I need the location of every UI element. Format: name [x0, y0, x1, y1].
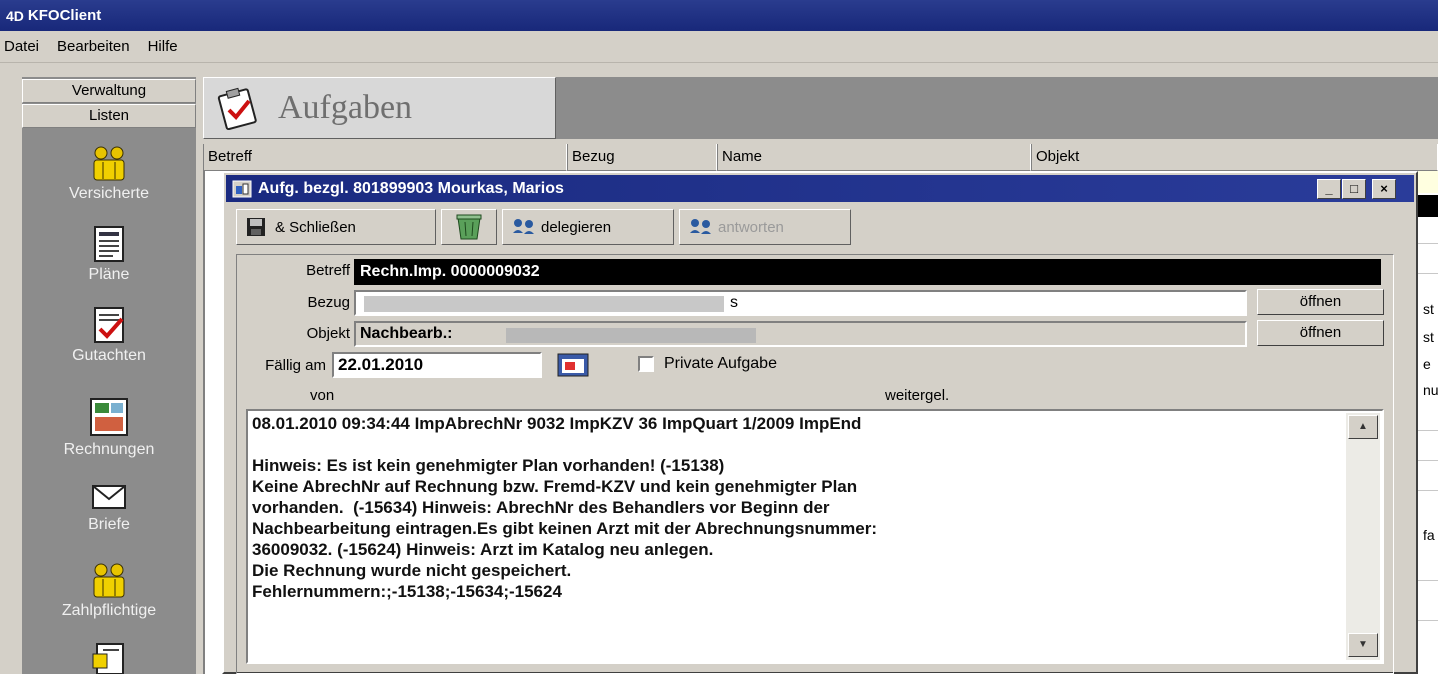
- answer-button[interactable]: antworten: [679, 209, 851, 245]
- page-title: Aufgaben: [278, 89, 413, 126]
- menu-hilfe[interactable]: Hilfe: [148, 38, 178, 55]
- delegate-button[interactable]: delegieren: [502, 209, 674, 245]
- due-date-field[interactable]: 22.01.2010: [332, 352, 542, 378]
- bezug-value: s: [730, 294, 738, 311]
- app-title: KFOClient: [27, 7, 102, 24]
- list-divider: [1418, 273, 1438, 274]
- dialog-title: Aufg. bezgl. 801899903 Mourkas, Marios: [258, 179, 564, 197]
- list-divider: [1418, 243, 1438, 244]
- list-divider: [1418, 490, 1438, 491]
- objekt-value: Nachbearb.:: [360, 325, 453, 342]
- people-group-icon: [93, 146, 125, 181]
- minimize-button[interactable]: _: [1317, 179, 1341, 199]
- document-plan-icon: [94, 226, 124, 262]
- menu-bar: Datei Bearbeiten Hilfe: [0, 31, 1438, 63]
- answer-label: antworten: [718, 218, 784, 236]
- redacted-block: [364, 296, 724, 312]
- notes-scrollbar[interactable]: [1346, 413, 1380, 660]
- calendar-icon: [557, 353, 589, 377]
- delete-button[interactable]: [441, 209, 497, 245]
- sidebar-item-label: Pläne: [88, 266, 130, 283]
- weitergel-label: weitergel.: [885, 387, 950, 404]
- maximize-button[interactable]: □: [1342, 179, 1366, 199]
- sidebar-item-label: Versicherte: [68, 185, 150, 202]
- folder-icon: [92, 643, 124, 674]
- scroll-up-button[interactable]: ▲: [1348, 415, 1378, 439]
- close-button[interactable]: ×: [1372, 179, 1396, 199]
- list-cell-fragment: st: [1423, 301, 1434, 317]
- floppy-disk-icon: [247, 218, 265, 236]
- list-divider: [1418, 460, 1438, 461]
- column-header-betreff[interactable]: Betreff: [203, 144, 567, 171]
- delegate-label: delegieren: [541, 218, 612, 236]
- app-title-bar: 4D KFOClient: [0, 0, 1438, 31]
- open-bezug-button[interactable]: öffnen: [1257, 289, 1384, 315]
- invoice-icon: [90, 398, 128, 436]
- betreff-label: Betreff: [306, 262, 350, 279]
- list-divider: [1418, 430, 1438, 431]
- calendar-button[interactable]: [550, 350, 596, 380]
- von-label: von: [310, 387, 335, 404]
- list-cell-fragment: nu: [1423, 382, 1438, 398]
- objekt-label: Objekt: [306, 325, 350, 342]
- dialog-title-bar[interactable]: Aufg. bezgl. 801899903 Mourkas, Marios: [226, 175, 1414, 202]
- column-header-bezug[interactable]: Bezug: [567, 144, 717, 171]
- envelope-icon: [92, 485, 126, 509]
- list-cell-fragment: e: [1423, 356, 1431, 372]
- private-task-label: Private Aufgabe: [664, 355, 777, 372]
- list-row-highlight: [1418, 171, 1438, 193]
- document-check-icon: [94, 307, 124, 343]
- sidebar-tab-listen[interactable]: Listen: [22, 104, 196, 128]
- list-divider: [1418, 580, 1438, 581]
- task-notes-text: 08.01.2010 09:34:44 ImpAbrechNr 9032 Imp…: [252, 414, 877, 601]
- list-row-selected: [1418, 195, 1438, 217]
- sidebar-item-rechnungen[interactable]: Rechnungen: [22, 395, 196, 459]
- people-group-icon: [93, 563, 125, 598]
- people-arrow-icon: [513, 219, 534, 234]
- sidebar-item-plaene[interactable]: Pläne: [22, 224, 196, 284]
- betreff-field[interactable]: Rechn.Imp. 0000009032: [354, 259, 1381, 285]
- bezug-label: Bezug: [307, 294, 350, 311]
- sidebar-item-briefe[interactable]: Briefe: [22, 478, 196, 534]
- sidebar-item-label: Briefe: [88, 516, 130, 533]
- sidebar-item-versicherte[interactable]: Versicherte: [22, 143, 196, 203]
- objekt-field[interactable]: Nachbearb.:: [354, 321, 1247, 347]
- app-logo: 4D: [6, 7, 24, 24]
- trash-bin-icon: [456, 214, 482, 240]
- clipboard-check-icon: [217, 87, 257, 130]
- bezug-field[interactable]: s: [354, 290, 1247, 316]
- module-header-box: Aufgaben: [203, 77, 556, 139]
- people-arrow-icon: [690, 219, 711, 234]
- menu-datei[interactable]: Datei: [4, 38, 39, 55]
- sidebar-item-more[interactable]: [22, 638, 196, 674]
- open-objekt-button[interactable]: öffnen: [1257, 320, 1384, 346]
- save-close-label: & Schließen: [275, 218, 356, 236]
- list-column-header-row: Betreff Bezug Name Objekt: [203, 144, 1438, 171]
- private-task-checkbox[interactable]: [638, 356, 654, 372]
- window-icon: [232, 180, 252, 197]
- column-header-objekt[interactable]: Objekt: [1031, 144, 1438, 171]
- list-cell-fragment: fa: [1423, 527, 1435, 543]
- sidebar-item-gutachten[interactable]: Gutachten: [22, 305, 196, 365]
- column-header-name[interactable]: Name: [717, 144, 1031, 171]
- redacted-block: [506, 328, 756, 343]
- list-divider: [1418, 620, 1438, 621]
- save-close-button[interactable]: & Schließen: [236, 209, 436, 245]
- sidebar-tab-verwaltung[interactable]: Verwaltung: [22, 79, 196, 103]
- sidebar-item-zahlpflichtige[interactable]: Zahlpflichtige: [22, 560, 196, 620]
- sidebar-item-label: Gutachten: [72, 347, 146, 364]
- list-cell-fragment: st: [1423, 329, 1434, 345]
- sidebar-item-label: Rechnungen: [63, 441, 155, 458]
- sidebar-item-label: Zahlpflichtige: [61, 602, 157, 619]
- faellig-label: Fällig am: [265, 357, 326, 374]
- menu-bearbeiten[interactable]: Bearbeiten: [57, 38, 130, 55]
- scroll-down-button[interactable]: ▼: [1348, 633, 1378, 657]
